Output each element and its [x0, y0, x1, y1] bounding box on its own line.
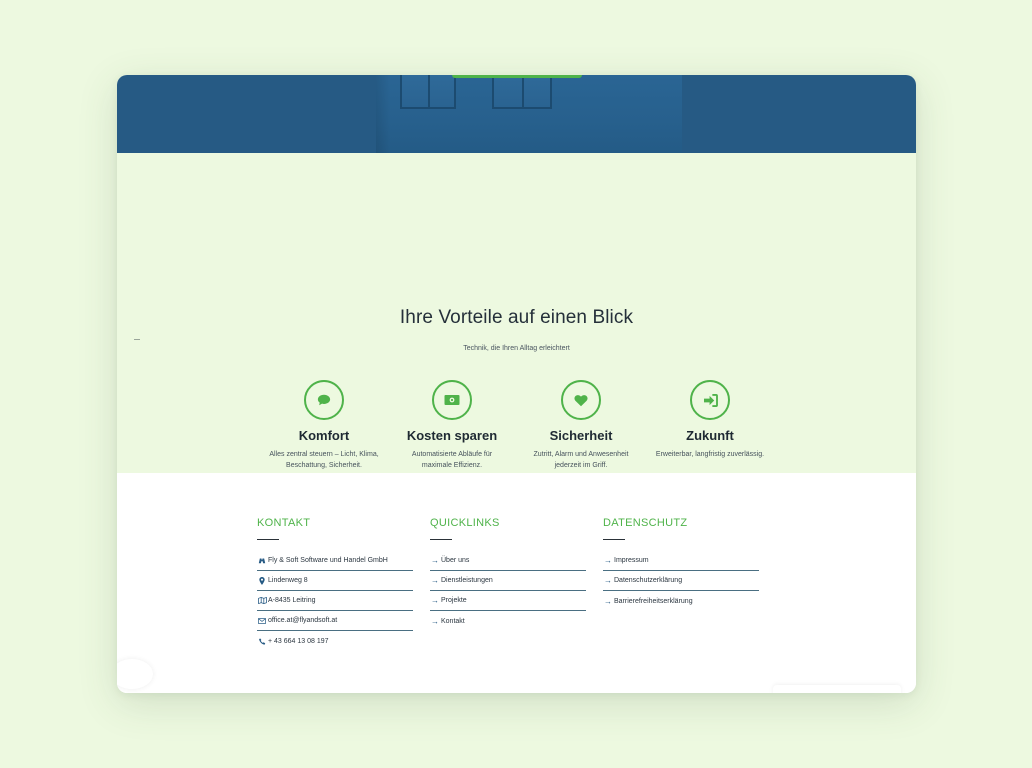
arrow-right-icon: → [431, 596, 439, 605]
feature-label: Zukunft [686, 428, 734, 443]
floating-widget-button[interactable] [117, 659, 153, 689]
floating-badge[interactable] [773, 685, 901, 693]
map-marker-icon [257, 576, 267, 586]
envelope-icon [257, 616, 267, 626]
arrow-right-icon: → [431, 556, 439, 565]
footer-heading: DATENSCHUTZ [603, 517, 688, 529]
footer-quicklinks: QUICKLINKS → Über uns → Dienstleistungen… [430, 517, 586, 631]
feature-text: Erweiterbar, langfristig zuverlässig. [655, 451, 765, 458]
feature-text: Automatisierte Abläufe für maximale Effi… [411, 451, 493, 469]
legal-link-label: Datenschutzerklärung [614, 577, 683, 584]
contact-text: A-8435 Leitring [268, 597, 316, 604]
hero-banner [117, 75, 916, 153]
feature-sicherheit: Sicherheit Zutritt, Alarm und Anwesenhei… [517, 380, 645, 471]
contact-city: A-8435 Leitring [257, 591, 413, 611]
hero-accent-bar [452, 75, 582, 78]
quicklink-label: Dienstleistungen [441, 577, 493, 584]
contact-text: Fly & Soft Software und Handel GmbH [268, 557, 388, 564]
quicklink-ueber-uns[interactable]: → Über uns [430, 551, 586, 571]
feature-komfort: Komfort Alles zentral steuern – Licht, K… [260, 380, 388, 471]
heading-rule [603, 539, 625, 540]
feature-kosten-sparen: Kosten sparen Automatisierte Abläufe für… [388, 380, 516, 471]
footer-heading: QUICKLINKS [430, 517, 500, 529]
contact-street: Lindenweg 8 [257, 571, 413, 591]
feature-label: Kosten sparen [406, 428, 498, 443]
contact-text: + 43 664 13 08 197 [268, 637, 329, 645]
footer-datenschutz: DATENSCHUTZ → Impressum → Datenschutzerk… [603, 517, 759, 611]
arrow-right-icon: → [431, 616, 439, 626]
feature-label: Komfort [298, 428, 350, 443]
divider-mark [134, 339, 140, 340]
contact-text: Lindenweg 8 [268, 577, 308, 584]
contact-email[interactable]: office.at@flyandsoft.at [257, 611, 413, 631]
quicklink-dienstleistungen[interactable]: → Dienstleistungen [430, 571, 586, 591]
feature-zukunft: Zukunft Erweiterbar, langfristig zuverlä… [646, 380, 774, 460]
legal-link-label: Impressum [614, 557, 649, 564]
feature-text: Alles zentral steuern – Licht, Klima, Be… [269, 451, 379, 469]
legal-link-impressum[interactable]: → Impressum [603, 551, 759, 571]
legal-link-label: Barrierefreiheitserklärung [614, 597, 693, 605]
feature-label: Sicherheit [549, 428, 613, 443]
chat-bubble-icon [304, 380, 344, 420]
quicklink-kontakt[interactable]: → Kontakt [430, 611, 586, 631]
sign-in-icon [690, 380, 730, 420]
contact-company: Fly & Soft Software und Handel GmbH [257, 551, 413, 571]
quicklink-label: Über uns [441, 557, 470, 564]
features-subtitle: Technik, die Ihren Alltag erleichtert [463, 345, 570, 352]
heading-rule [430, 539, 452, 540]
arrow-right-icon: → [604, 556, 612, 565]
window-frame-right [492, 75, 552, 109]
arrow-right-icon: → [431, 576, 439, 585]
heart-icon [561, 380, 601, 420]
feature-text: Zutritt, Alarm und Anwesenheit jederzeit… [533, 451, 629, 469]
quicklink-label: Kontakt [441, 617, 465, 625]
features-title: Ihre Vorteile auf einen Blick [399, 307, 634, 328]
quicklink-label: Projekte [441, 597, 467, 604]
contact-phone[interactable]: + 43 664 13 08 197 [257, 631, 413, 651]
features-section: Ihre Vorteile auf einen Blick Technik, d… [117, 153, 916, 473]
legal-link-datenschutz[interactable]: → Datenschutzerklärung [603, 571, 759, 591]
browser-window: Ihre Vorteile auf einen Blick Technik, d… [117, 75, 916, 693]
phone-icon [257, 636, 267, 646]
site-footer: KONTAKT Fly & Soft Software und Handel G… [117, 473, 916, 693]
binoculars-icon [257, 556, 267, 566]
money-bill-icon [432, 380, 472, 420]
hero-image [376, 75, 682, 153]
quicklink-projekte[interactable]: → Projekte [430, 591, 586, 611]
contact-text: office.at@flyandsoft.at [268, 617, 338, 624]
window-frame-left [400, 75, 456, 109]
footer-heading: KONTAKT [257, 517, 311, 529]
footer-kontakt: KONTAKT Fly & Soft Software und Handel G… [257, 517, 413, 651]
heading-rule [257, 539, 279, 540]
legal-link-barrierefreiheit[interactable]: → Barrierefreiheitserklärung [603, 591, 759, 611]
map-icon [257, 596, 267, 606]
arrow-right-icon: → [604, 596, 612, 606]
arrow-right-icon: → [604, 576, 612, 585]
